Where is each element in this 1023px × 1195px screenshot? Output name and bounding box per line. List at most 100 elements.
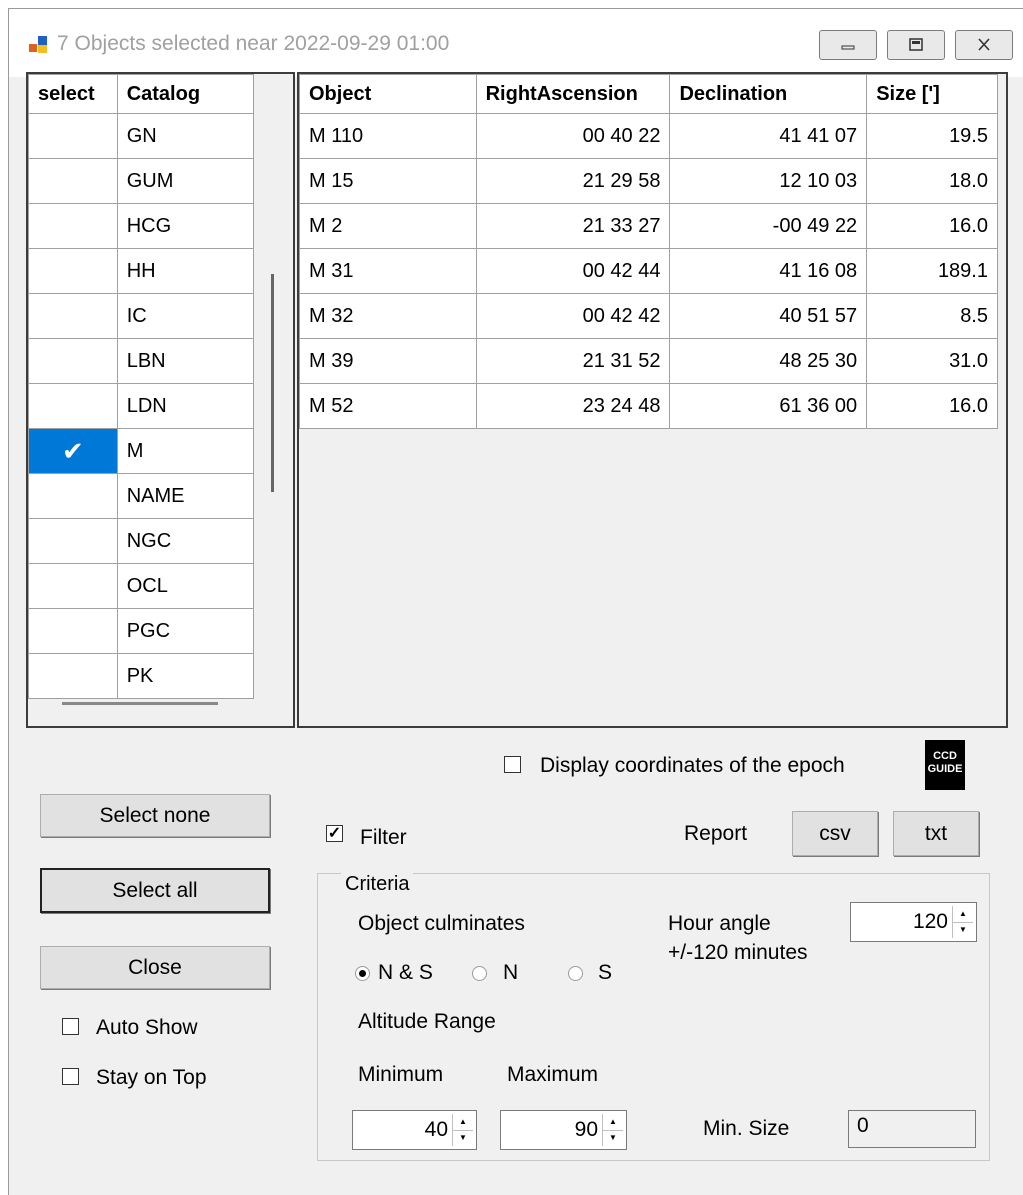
object-size-cell[interactable]: 18.0 bbox=[866, 158, 998, 204]
catalog-name-cell[interactable]: HH bbox=[116, 248, 255, 294]
object-object-cell[interactable]: M 31 bbox=[299, 248, 477, 294]
catalog-row[interactable]: LDN bbox=[28, 383, 255, 429]
object-ra-cell[interactable]: 21 29 58 bbox=[475, 158, 671, 204]
object-size-cell[interactable]: 16.0 bbox=[866, 383, 998, 429]
catalog-grid[interactable]: select Catalog GN GUM HCG HH IC LBN LDN ✔ M NAME N… bbox=[26, 72, 295, 728]
catalog-name-cell[interactable]: PK bbox=[116, 653, 255, 699]
column-header-object[interactable]: Object bbox=[299, 74, 477, 114]
spin-up-icon[interactable]: ▲ bbox=[953, 906, 973, 923]
catalog-row[interactable]: NAME bbox=[28, 473, 255, 519]
object-size-cell[interactable]: 8.5 bbox=[866, 293, 998, 339]
catalog-select-cell[interactable] bbox=[28, 383, 118, 429]
stay-on-top-checkbox[interactable] bbox=[62, 1068, 79, 1085]
filter-checkbox[interactable]: ✓ bbox=[326, 825, 343, 842]
catalog-row[interactable]: PK bbox=[28, 653, 255, 699]
catalog-select-cell[interactable] bbox=[28, 338, 118, 384]
catalog-row[interactable]: NGC bbox=[28, 518, 255, 564]
object-ra-cell[interactable]: 00 42 44 bbox=[475, 248, 671, 294]
catalog-select-cell[interactable] bbox=[28, 248, 118, 294]
catalog-name-cell[interactable]: OCL bbox=[116, 563, 255, 609]
spin-down-icon[interactable]: ▼ bbox=[603, 1130, 623, 1146]
object-dec-cell[interactable]: 40 51 57 bbox=[669, 293, 868, 339]
object-ra-cell[interactable]: 00 40 22 bbox=[475, 113, 671, 159]
catalog-name-cell[interactable]: LBN bbox=[116, 338, 255, 384]
object-size-cell[interactable]: 19.5 bbox=[866, 113, 998, 159]
object-object-cell[interactable]: M 52 bbox=[299, 383, 477, 429]
catalog-select-cell[interactable] bbox=[28, 518, 118, 564]
radio-n[interactable] bbox=[472, 966, 487, 981]
minimize-button[interactable] bbox=[819, 30, 877, 60]
object-grid[interactable]: Object RightAscension Declination Size [… bbox=[297, 72, 1008, 728]
minimum-altitude-arrows[interactable]: ▲ ▼ bbox=[452, 1114, 473, 1146]
catalog-row[interactable]: PGC bbox=[28, 608, 255, 654]
object-row[interactable]: M 15 21 29 58 12 10 03 18.0 bbox=[299, 158, 998, 204]
object-object-cell[interactable]: M 32 bbox=[299, 293, 477, 339]
catalog-row[interactable]: LBN bbox=[28, 338, 255, 384]
catalog-select-cell[interactable] bbox=[28, 113, 118, 159]
object-dec-cell[interactable]: 48 25 30 bbox=[669, 338, 868, 384]
object-size-cell[interactable]: 31.0 bbox=[866, 338, 998, 384]
hour-angle-arrows[interactable]: ▲ ▼ bbox=[952, 906, 973, 938]
catalog-name-cell[interactable]: HCG bbox=[116, 203, 255, 249]
spin-down-icon[interactable]: ▼ bbox=[453, 1130, 473, 1146]
catalog-select-cell[interactable] bbox=[28, 653, 118, 699]
catalog-select-cell[interactable] bbox=[28, 293, 118, 339]
object-object-cell[interactable]: M 110 bbox=[299, 113, 477, 159]
object-row[interactable]: M 52 23 24 48 61 36 00 16.0 bbox=[299, 383, 998, 429]
object-size-cell[interactable]: 189.1 bbox=[866, 248, 998, 294]
catalog-select-cell[interactable] bbox=[28, 563, 118, 609]
object-dec-cell[interactable]: 41 41 07 bbox=[669, 113, 868, 159]
object-dec-cell[interactable]: 12 10 03 bbox=[669, 158, 868, 204]
column-header-size[interactable]: Size ['] bbox=[866, 74, 998, 114]
catalog-name-cell[interactable]: PGC bbox=[116, 608, 255, 654]
catalog-row[interactable]: ✔ M bbox=[28, 428, 255, 474]
object-ra-cell[interactable]: 21 31 52 bbox=[475, 338, 671, 384]
catalog-row[interactable]: OCL bbox=[28, 563, 255, 609]
vertical-scrollbar-thumb[interactable] bbox=[271, 274, 274, 492]
object-ra-cell[interactable]: 21 33 27 bbox=[475, 203, 671, 249]
object-row[interactable]: M 32 00 42 42 40 51 57 8.5 bbox=[299, 293, 998, 339]
catalog-name-cell[interactable]: M bbox=[116, 428, 255, 474]
maximize-button[interactable] bbox=[887, 30, 945, 60]
catalog-row[interactable]: HCG bbox=[28, 203, 255, 249]
catalog-name-cell[interactable]: NGC bbox=[116, 518, 255, 564]
radio-s[interactable] bbox=[568, 966, 583, 981]
catalog-row[interactable]: GN bbox=[28, 113, 255, 159]
object-row[interactable]: M 110 00 40 22 41 41 07 19.5 bbox=[299, 113, 998, 159]
min-size-input[interactable]: 0 bbox=[848, 1110, 976, 1148]
object-ra-cell[interactable]: 00 42 42 bbox=[475, 293, 671, 339]
object-object-cell[interactable]: M 15 bbox=[299, 158, 477, 204]
object-dec-cell[interactable]: -00 49 22 bbox=[669, 203, 868, 249]
catalog-select-cell[interactable] bbox=[28, 158, 118, 204]
catalog-row[interactable]: IC bbox=[28, 293, 255, 339]
column-header-catalog[interactable]: Catalog bbox=[116, 74, 255, 114]
object-dec-cell[interactable]: 41 16 08 bbox=[669, 248, 868, 294]
catalog-name-cell[interactable]: GN bbox=[116, 113, 255, 159]
spin-up-icon[interactable]: ▲ bbox=[453, 1114, 473, 1131]
column-header-ra[interactable]: RightAscension bbox=[475, 74, 671, 114]
catalog-row[interactable]: HH bbox=[28, 248, 255, 294]
catalog-name-cell[interactable]: GUM bbox=[116, 158, 255, 204]
object-object-cell[interactable]: M 2 bbox=[299, 203, 477, 249]
spin-up-icon[interactable]: ▲ bbox=[603, 1114, 623, 1131]
display-epoch-checkbox[interactable] bbox=[504, 756, 521, 773]
object-size-cell[interactable]: 16.0 bbox=[866, 203, 998, 249]
select-none-button[interactable]: Select none bbox=[40, 794, 270, 837]
object-dec-cell[interactable]: 61 36 00 bbox=[669, 383, 868, 429]
horizontal-scrollbar-thumb[interactable] bbox=[62, 702, 218, 705]
minimum-altitude-spinner[interactable]: 40 ▲ ▼ bbox=[352, 1110, 477, 1150]
radio-ns[interactable] bbox=[355, 966, 370, 981]
catalog-name-cell[interactable]: LDN bbox=[116, 383, 255, 429]
auto-show-checkbox[interactable] bbox=[62, 1018, 79, 1035]
close-window-button[interactable] bbox=[955, 30, 1013, 60]
catalog-row[interactable]: GUM bbox=[28, 158, 255, 204]
hour-angle-spinner[interactable]: 120 ▲ ▼ bbox=[850, 902, 977, 942]
csv-report-button[interactable]: csv bbox=[792, 811, 878, 856]
close-button[interactable]: Close bbox=[40, 946, 270, 989]
catalog-select-cell[interactable] bbox=[28, 473, 118, 519]
maximum-altitude-spinner[interactable]: 90 ▲ ▼ bbox=[500, 1110, 627, 1150]
maximum-altitude-arrows[interactable]: ▲ ▼ bbox=[602, 1114, 623, 1146]
select-all-button[interactable]: Select all bbox=[40, 868, 270, 913]
object-ra-cell[interactable]: 23 24 48 bbox=[475, 383, 671, 429]
spin-down-icon[interactable]: ▼ bbox=[953, 922, 973, 938]
